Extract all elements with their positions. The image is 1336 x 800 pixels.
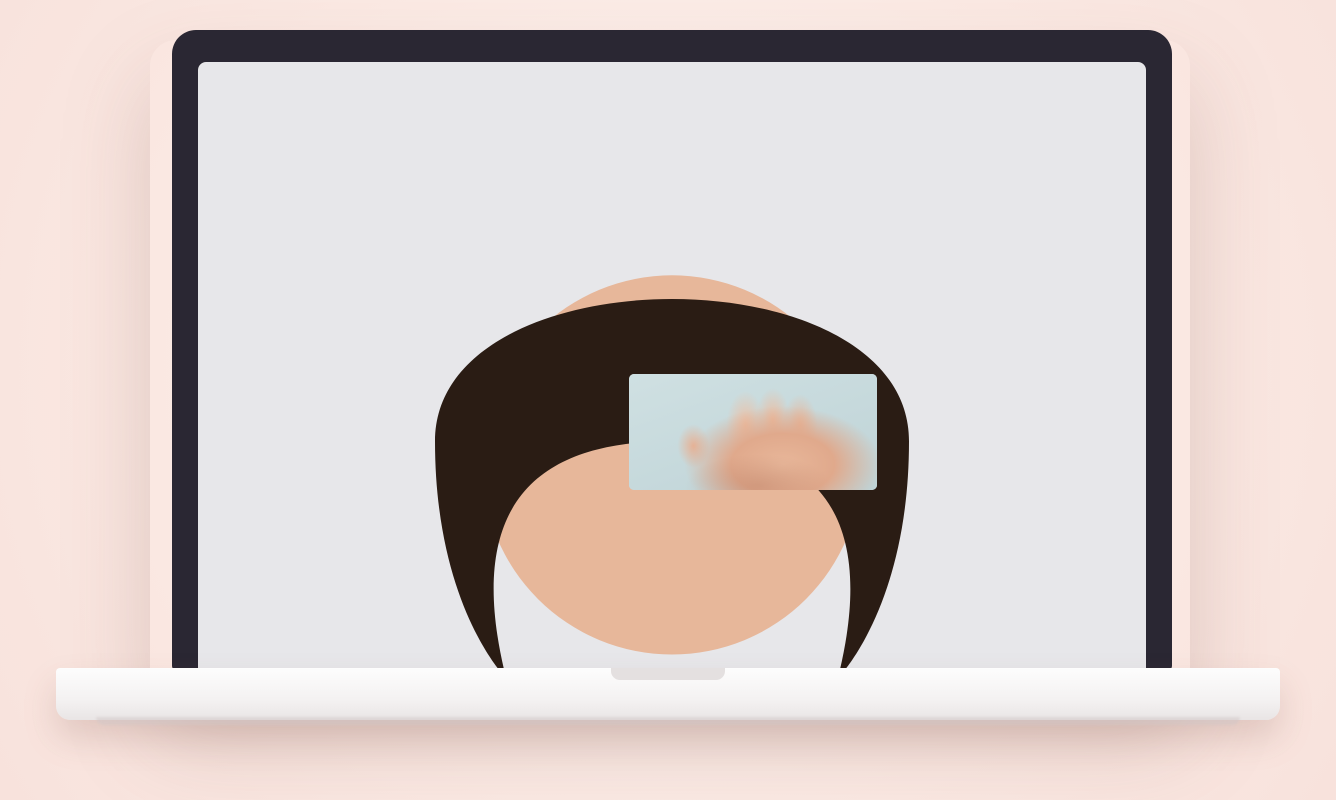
conversation-panel: Jean Thompson Case history	[198, 62, 1146, 670]
laptop-base	[56, 668, 1280, 725]
app-window: HMIS HOSPITAL MANAGEMENT SYSTEM Emergenc…	[198, 62, 1146, 670]
laptop-screen: HMIS HOSPITAL MANAGEMENT SYSTEM Emergenc…	[198, 62, 1146, 670]
conversation-header: Jean Thompson Case history	[198, 62, 1146, 670]
laptop-base-notch	[611, 668, 725, 680]
laptop-base-foot	[96, 717, 1240, 725]
main-area: Nicholas Doyle SURGEON Recent Tal	[198, 62, 1146, 670]
laptop-lid: HMIS HOSPITAL MANAGEMENT SYSTEM Emergenc…	[172, 30, 1172, 670]
photo-message-bubble[interactable]	[624, 369, 882, 496]
content: Patients Doctors	[198, 62, 1146, 670]
hand-photo[interactable]	[629, 374, 877, 491]
avatar	[198, 62, 1146, 670]
